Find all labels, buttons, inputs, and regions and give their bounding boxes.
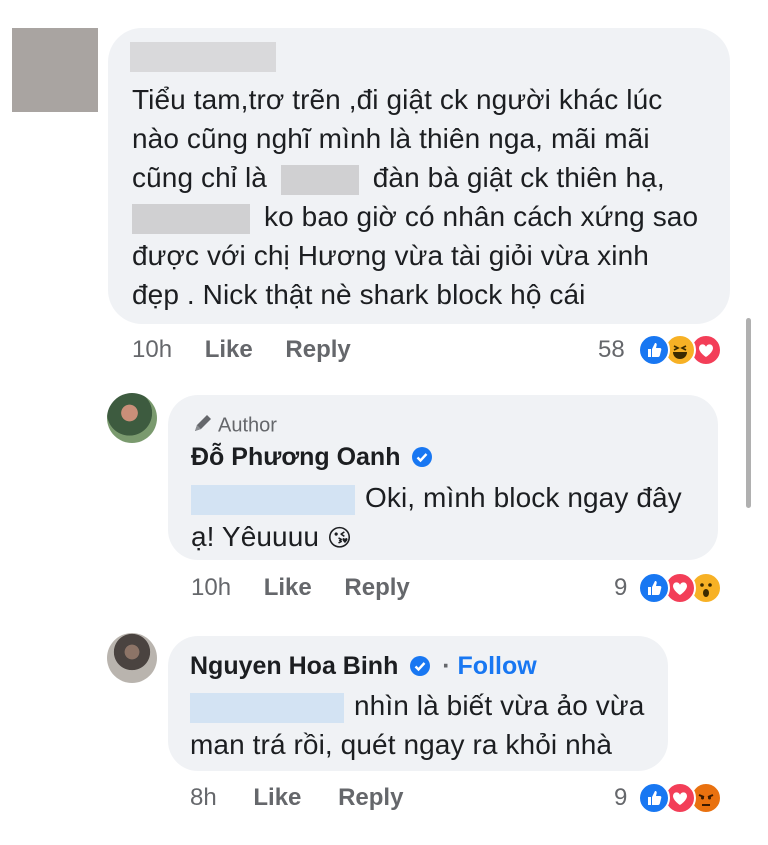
- commenter-name[interactable]: Nguyen Hoa Binh · Follow: [190, 652, 537, 684]
- comment-text: Tiểu tam,trơ trẽn ,đi giật ck người khác…: [132, 80, 722, 314]
- comment-meta: 10h Like Reply: [191, 574, 410, 602]
- reaction-count[interactable]: 9: [614, 784, 627, 812]
- tagged-user-redacted[interactable]: [190, 692, 344, 723]
- timestamp: 10h: [191, 574, 232, 601]
- comment-meta: 8h Like Reply: [190, 784, 403, 812]
- comment-line: ko bao giờ có nhân cách xứng sao: [132, 197, 722, 236]
- reply-button[interactable]: Reply: [285, 336, 350, 363]
- kiss-emoji-icon: 😘: [326, 525, 353, 552]
- comment-text: nhìn là biết vừa ảo vừa man trá rồi, qué…: [190, 686, 660, 764]
- reaction-count[interactable]: 58: [598, 336, 625, 364]
- reply-button[interactable]: Reply: [338, 784, 403, 811]
- commenter-name[interactable]: Đỗ Phương Oanh: [191, 443, 433, 475]
- timestamp: 10h: [132, 336, 173, 363]
- comment-line: cũng chỉ là đàn bà giật ck thiên hạ,: [132, 162, 665, 195]
- avatar[interactable]: [12, 28, 98, 112]
- commenter-name-redacted[interactable]: [130, 42, 276, 72]
- like-button[interactable]: Like: [205, 336, 253, 363]
- redacted-word: [132, 203, 250, 234]
- comment-line: ạ! Yêuuuu 😘: [191, 521, 353, 552]
- comment-line: được với chị Hương vừa tài giỏi vừa xinh: [132, 240, 649, 271]
- like-icon: [638, 782, 670, 814]
- redacted-word: [280, 164, 359, 195]
- follow-button[interactable]: Follow: [458, 652, 537, 680]
- verified-badge-icon: [411, 446, 433, 475]
- comment-meta: 10h Like Reply: [132, 336, 351, 364]
- comment-line: nào cũng nghĩ mình là thiên nga, mãi mãi: [132, 123, 650, 154]
- comment-text: Oki, mình block ngay đây ạ! Yêuuuu 😘: [191, 478, 711, 558]
- comment-line: Tiểu tam,trơ trẽn ,đi giật ck người khác…: [132, 84, 663, 115]
- comment-line: đẹp . Nick thật nè shark block hộ cái: [132, 279, 586, 310]
- like-button[interactable]: Like: [253, 784, 301, 811]
- reaction-count[interactable]: 9: [614, 574, 627, 602]
- tagged-user-redacted[interactable]: [191, 484, 355, 515]
- reply-button[interactable]: Reply: [344, 574, 409, 601]
- comment-line: nhìn là biết vừa ảo vừa: [190, 686, 660, 725]
- comment-line: man trá rồi, quét ngay ra khỏi nhà: [190, 729, 613, 760]
- like-icon: [638, 572, 670, 604]
- like-button[interactable]: Like: [264, 574, 312, 601]
- avatar[interactable]: [107, 393, 157, 443]
- timestamp: 8h: [190, 784, 217, 811]
- comment-line: Oki, mình block ngay đây: [191, 478, 711, 517]
- avatar[interactable]: [107, 633, 157, 683]
- author-badge: Author: [192, 412, 277, 440]
- like-icon: [638, 334, 670, 366]
- scrollbar[interactable]: [746, 318, 751, 508]
- separator-dot: ·: [442, 652, 451, 680]
- pen-icon: [192, 412, 214, 440]
- verified-badge-icon: [409, 655, 431, 684]
